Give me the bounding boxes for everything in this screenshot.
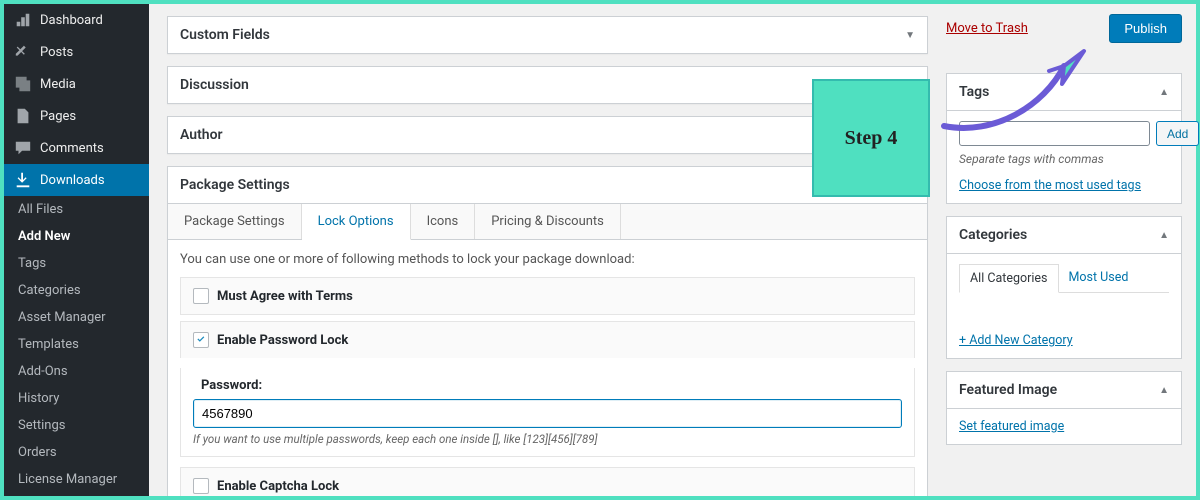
submenu-history[interactable]: History bbox=[4, 385, 149, 412]
add-tag-button[interactable]: Add bbox=[1156, 121, 1199, 146]
checkbox[interactable] bbox=[193, 332, 209, 348]
option-enable-captcha-lock[interactable]: Enable Captcha Lock bbox=[180, 467, 915, 496]
menu-label: Posts bbox=[40, 45, 73, 60]
publish-button[interactable]: Publish bbox=[1109, 14, 1182, 43]
media-icon bbox=[14, 75, 32, 93]
option-label: Must Agree with Terms bbox=[217, 289, 353, 304]
lock-description: You can use one or more of following met… bbox=[180, 252, 915, 267]
annotation-step-badge: Step 4 bbox=[812, 79, 930, 197]
chevron-up-icon[interactable]: ▲ bbox=[1159, 230, 1169, 241]
metabox-title: Custom Fields bbox=[180, 27, 270, 43]
menu-label: Downloads bbox=[40, 173, 105, 188]
submenu-add-ons[interactable]: Add-Ons bbox=[4, 358, 149, 385]
submenu-add-new[interactable]: Add New bbox=[4, 223, 149, 250]
editor-sidebar-right: Move to Trash Publish Tags ▲ Add Separat… bbox=[946, 4, 1196, 496]
password-input[interactable] bbox=[193, 399, 902, 428]
chevron-down-icon[interactable]: ▼ bbox=[905, 30, 915, 41]
metabox-header[interactable]: Custom Fields ▼ bbox=[168, 17, 927, 53]
sidebar-item-comments[interactable]: Comments bbox=[4, 132, 149, 164]
chevron-up-icon[interactable]: ▲ bbox=[1159, 385, 1169, 396]
comments-icon bbox=[14, 139, 32, 157]
submenu-tags[interactable]: Tags bbox=[4, 250, 149, 277]
tab-package-settings[interactable]: Package Settings bbox=[168, 204, 302, 239]
tab-icons[interactable]: Icons bbox=[411, 204, 476, 239]
option-label: Enable Captcha Lock bbox=[217, 479, 339, 494]
metabox-title: Package Settings bbox=[180, 177, 290, 193]
password-field-row: Password: If you want to use multiple pa… bbox=[180, 368, 915, 457]
add-new-category-link[interactable]: + Add New Category bbox=[959, 333, 1169, 348]
publish-row: Move to Trash Publish bbox=[946, 4, 1182, 61]
box-title: Featured Image bbox=[959, 382, 1057, 398]
package-tabs: Package Settings Lock Options Icons Pric… bbox=[168, 204, 927, 240]
sidebar-item-dashboard[interactable]: Dashboard bbox=[4, 4, 149, 36]
metabox-custom-fields: Custom Fields ▼ bbox=[167, 16, 928, 54]
pin-icon bbox=[14, 43, 32, 61]
submenu-license-manager[interactable]: License Manager bbox=[4, 466, 149, 493]
checkbox[interactable] bbox=[193, 478, 209, 494]
set-featured-image-link[interactable]: Set featured image bbox=[959, 419, 1169, 434]
sidebar-item-pages[interactable]: Pages bbox=[4, 100, 149, 132]
menu-label: Pages bbox=[40, 109, 76, 124]
admin-sidebar: Dashboard Posts Media Pages Comments Dow… bbox=[4, 4, 149, 496]
tab-pricing[interactable]: Pricing & Discounts bbox=[475, 204, 621, 239]
menu-label: Comments bbox=[40, 141, 104, 156]
submenu-categories[interactable]: Categories bbox=[4, 277, 149, 304]
box-header[interactable]: Featured Image ▲ bbox=[947, 372, 1181, 409]
submenu-all-files[interactable]: All Files bbox=[4, 196, 149, 223]
editor-main: Custom Fields ▼ Discussion Author Packag… bbox=[149, 4, 946, 496]
password-hint: If you want to use multiple passwords, k… bbox=[193, 432, 902, 446]
submenu-settings[interactable]: Settings bbox=[4, 412, 149, 439]
tags-hint: Separate tags with commas bbox=[959, 152, 1169, 166]
menu-label: Dashboard bbox=[40, 13, 103, 28]
sidebar-item-media[interactable]: Media bbox=[4, 68, 149, 100]
submenu-templates[interactable]: Templates bbox=[4, 331, 149, 358]
move-to-trash-link[interactable]: Move to Trash bbox=[946, 21, 1028, 36]
metabox-title: Discussion bbox=[180, 77, 249, 93]
categories-list bbox=[959, 293, 1169, 321]
box-title: Categories bbox=[959, 227, 1027, 243]
sidebar-item-posts[interactable]: Posts bbox=[4, 36, 149, 68]
tab-most-used[interactable]: Most Used bbox=[1059, 264, 1139, 292]
box-header[interactable]: Categories ▲ bbox=[947, 217, 1181, 254]
featured-image-box: Featured Image ▲ Set featured image bbox=[946, 371, 1182, 445]
metabox-package-settings: Package Settings ▲ Package Settings Lock… bbox=[167, 166, 928, 496]
chevron-up-icon[interactable]: ▲ bbox=[1159, 87, 1169, 98]
check-icon bbox=[195, 334, 207, 346]
option-must-agree-terms[interactable]: Must Agree with Terms bbox=[180, 277, 915, 315]
categories-box: Categories ▲ All Categories Most Used + … bbox=[946, 216, 1182, 359]
tags-box: Tags ▲ Add Separate tags with commas Cho… bbox=[946, 73, 1182, 204]
tab-lock-options[interactable]: Lock Options bbox=[302, 204, 411, 240]
checkbox[interactable] bbox=[193, 288, 209, 304]
submenu-asset-manager[interactable]: Asset Manager bbox=[4, 304, 149, 331]
dashboard-icon bbox=[14, 11, 32, 29]
tags-input[interactable] bbox=[959, 121, 1150, 146]
download-icon bbox=[14, 171, 32, 189]
box-header[interactable]: Tags ▲ bbox=[947, 74, 1181, 111]
option-enable-password-lock[interactable]: Enable Password Lock bbox=[180, 321, 915, 358]
sidebar-item-downloads[interactable]: Downloads bbox=[4, 164, 149, 196]
submenu-orders[interactable]: Orders bbox=[4, 439, 149, 466]
tab-all-categories[interactable]: All Categories bbox=[959, 264, 1059, 293]
metabox-title: Author bbox=[180, 127, 223, 143]
pages-icon bbox=[14, 107, 32, 125]
password-label: Password: bbox=[201, 378, 902, 393]
box-title: Tags bbox=[959, 84, 989, 100]
option-label: Enable Password Lock bbox=[217, 333, 348, 348]
annotation-label: Step 4 bbox=[845, 127, 898, 150]
menu-label: Media bbox=[40, 77, 76, 92]
choose-most-used-tags-link[interactable]: Choose from the most used tags bbox=[959, 178, 1169, 193]
